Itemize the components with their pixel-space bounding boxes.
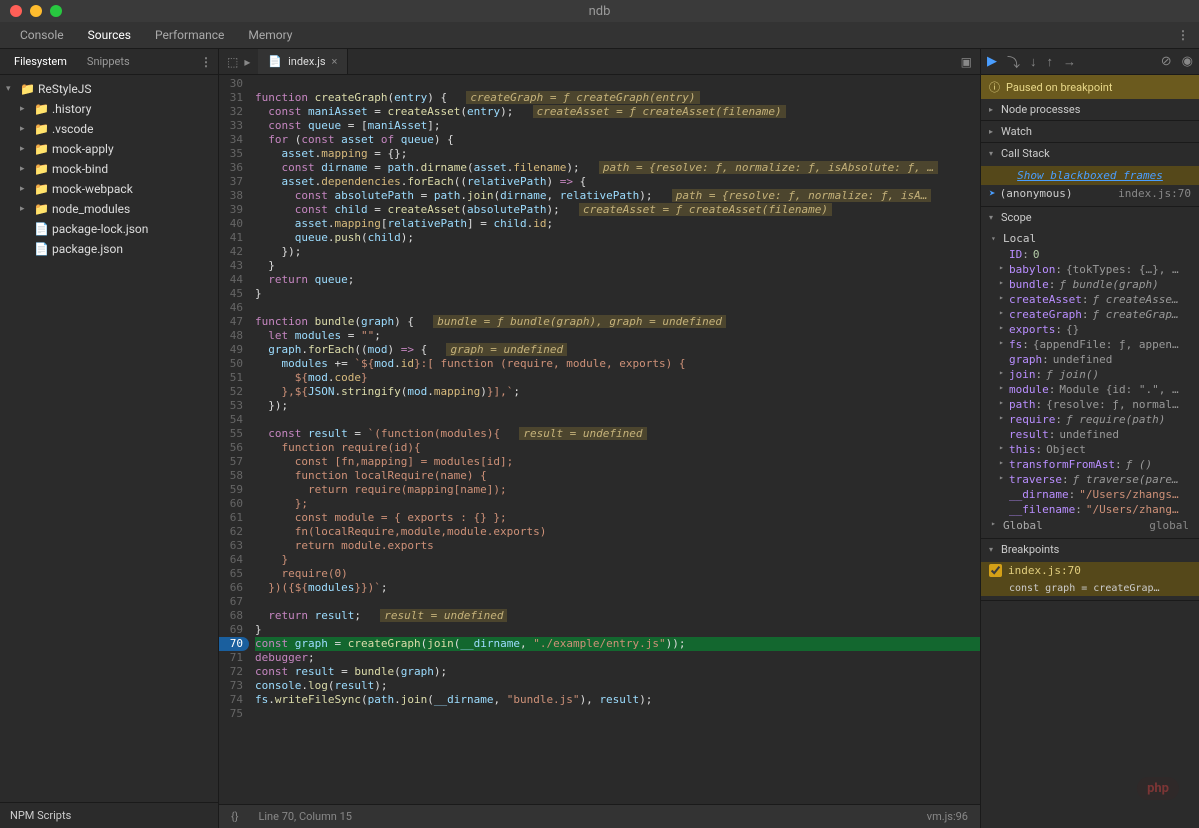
section-call-stack[interactable]: ▾Call Stack — [981, 143, 1199, 164]
status-position: Line 70, Column 15 — [258, 810, 351, 823]
main-tabs: Console Sources Performance Memory ⋮ — [0, 22, 1199, 49]
section-breakpoints[interactable]: ▾Breakpoints — [981, 539, 1199, 560]
scope-local-items: ID: 0▸babylon: {tokTypes: {…}, …▸bundle:… — [981, 247, 1199, 517]
tab-console[interactable]: Console — [8, 24, 76, 46]
step-out-button[interactable]: ↑ — [1047, 54, 1054, 70]
maximize-window-button[interactable] — [50, 5, 62, 17]
debugger-toolbar: ▶ ⤵ ↓ ↑ → ⊘ ◉ — [981, 49, 1199, 75]
scope-variable[interactable]: __dirname: "/Users/zhangs… — [981, 487, 1199, 502]
scope-global[interactable]: ▸ Global global — [981, 517, 1199, 534]
tab-performance[interactable]: Performance — [143, 24, 236, 46]
left-panel: Filesystem Snippets ⋮ ▾📁ReStyleJS▸📁.hist… — [0, 49, 219, 828]
frame-location: index.js:70 — [1118, 187, 1191, 200]
traffic-lights — [10, 5, 62, 17]
breakpoint-checkbox[interactable] — [989, 564, 1002, 577]
section-scope[interactable]: ▾Scope — [981, 207, 1199, 228]
show-blackboxed-link[interactable]: Show blackboxed frames — [1017, 169, 1163, 182]
tree-node[interactable]: ▸📁node_modules — [0, 199, 218, 219]
tree-node[interactable]: ▸📁mock-bind — [0, 159, 218, 179]
pause-exceptions-button[interactable]: ◉ — [1182, 54, 1193, 69]
tree-node[interactable]: ▸📁.vscode — [0, 119, 218, 139]
tree-node[interactable]: ▸📁mock-webpack — [0, 179, 218, 199]
scope-variable[interactable]: ▸babylon: {tokTypes: {…}, … — [981, 262, 1199, 277]
frame-marker-icon: ➤ — [989, 187, 996, 200]
scope-variable[interactable]: ▸createAsset: ƒ createAsse… — [981, 292, 1199, 307]
scope-variable[interactable]: __filename: "/Users/zhang… — [981, 502, 1199, 517]
tree-node[interactable]: ▸📁.history — [0, 99, 218, 119]
scope-local-header[interactable]: ▾Local — [981, 230, 1199, 247]
status-braces[interactable]: {} — [231, 810, 238, 823]
scope-variable[interactable]: ▸module: Module {id: ".", … — [981, 382, 1199, 397]
section-watch[interactable]: ▸Watch — [981, 121, 1199, 142]
file-tree: ▾📁ReStyleJS▸📁.history▸📁.vscode▸📁mock-app… — [0, 75, 218, 802]
debugger-panel: ▶ ⤵ ↓ ↑ → ⊘ ◉ ⓘ Paused on breakpoint ▸No… — [980, 49, 1199, 828]
scope-variable[interactable]: ▸exports: {} — [981, 322, 1199, 337]
tree-node[interactable]: 📄package-lock.json — [0, 219, 218, 239]
tab-snippets[interactable]: Snippets — [77, 51, 140, 72]
scope-variable[interactable]: graph: undefined — [981, 352, 1199, 367]
line-gutter: 3031323334353637383940414243444546474849… — [219, 75, 249, 804]
scope-variable[interactable]: ▸traverse: ƒ traverse(pare… — [981, 472, 1199, 487]
status-bar: {} Line 70, Column 15 vm.js:96 — [219, 804, 980, 828]
blackbox-link-row: Show blackboxed frames — [981, 166, 1199, 185]
file-tab-indexjs[interactable]: 📄 index.js × — [258, 49, 348, 74]
pause-banner: ⓘ Paused on breakpoint — [981, 75, 1199, 99]
scope-variable[interactable]: ▸transformFromAst: ƒ () — [981, 457, 1199, 472]
file-tab-label: index.js — [288, 55, 325, 68]
breakpoint-label: index.js:70 — [1008, 564, 1081, 577]
file-nav: ⬚ ▸ — [219, 55, 258, 69]
scope-variable[interactable]: ID: 0 — [981, 247, 1199, 262]
maximize-editor-icon[interactable]: ▣ — [953, 55, 980, 69]
status-source[interactable]: vm.js:96 — [927, 810, 968, 823]
step-over-button[interactable]: ⤵ — [1007, 52, 1020, 71]
scope-variable[interactable]: ▸path: {resolve: ƒ, normal… — [981, 397, 1199, 412]
info-icon: ⓘ — [989, 79, 1000, 95]
section-node-processes[interactable]: ▸Node processes — [981, 99, 1199, 120]
titlebar: ndb — [0, 0, 1199, 22]
close-tab-icon[interactable]: × — [332, 55, 338, 68]
breakpoint-item[interactable]: index.js:70 const graph = createGrap… — [981, 562, 1199, 596]
window-title: ndb — [589, 4, 611, 19]
nav-toggle-icon[interactable]: ⬚ — [227, 55, 238, 69]
frame-name: (anonymous) — [1000, 187, 1073, 200]
step-button[interactable]: → — [1063, 54, 1076, 70]
code-editor[interactable]: 3031323334353637383940414243444546474849… — [219, 75, 980, 804]
tab-memory[interactable]: Memory — [236, 24, 304, 46]
file-icon: 📄 — [268, 55, 282, 68]
left-subtabs: Filesystem Snippets ⋮ — [0, 49, 218, 75]
scope-variable[interactable]: ▸require: ƒ require(path) — [981, 412, 1199, 427]
tree-node[interactable]: ▸📁mock-apply — [0, 139, 218, 159]
stack-frame[interactable]: ➤ (anonymous) index.js:70 — [981, 185, 1199, 202]
scope-variable[interactable]: ▸join: ƒ join() — [981, 367, 1199, 382]
left-more-icon[interactable]: ⋮ — [200, 55, 214, 69]
step-into-button[interactable]: ↓ — [1030, 54, 1037, 70]
scope-variable[interactable]: ▸this: Object — [981, 442, 1199, 457]
scope-variable[interactable]: ▸fs: {appendFile: ƒ, appen… — [981, 337, 1199, 352]
minimize-window-button[interactable] — [30, 5, 42, 17]
tab-sources[interactable]: Sources — [76, 24, 143, 46]
tree-node[interactable]: ▾📁ReStyleJS — [0, 79, 218, 99]
npm-scripts-section[interactable]: NPM Scripts — [0, 802, 218, 828]
deactivate-breakpoints-button[interactable]: ⊘ — [1161, 54, 1172, 69]
nav-history-icon[interactable]: ▸ — [244, 55, 250, 69]
breakpoint-code: const graph = createGrap… — [989, 583, 1160, 594]
resume-button[interactable]: ▶ — [987, 54, 997, 69]
scope-variable[interactable]: ▸bundle: ƒ bundle(graph) — [981, 277, 1199, 292]
code-area[interactable]: function createGraph(entry) { createGrap… — [249, 75, 980, 804]
pause-banner-text: Paused on breakpoint — [1006, 81, 1112, 94]
scope-variable[interactable]: result: undefined — [981, 427, 1199, 442]
more-tabs-icon[interactable]: ⋮ — [1177, 28, 1191, 42]
close-window-button[interactable] — [10, 5, 22, 17]
tab-filesystem[interactable]: Filesystem — [4, 51, 77, 72]
watermark: php — [1137, 777, 1179, 800]
editor-panel: ⬚ ▸ 📄 index.js × ▣ 303132333435363738394… — [219, 49, 980, 828]
scope-variable[interactable]: ▸createGraph: ƒ createGrap… — [981, 307, 1199, 322]
tree-node[interactable]: 📄package.json — [0, 239, 218, 259]
file-tab-bar: ⬚ ▸ 📄 index.js × ▣ — [219, 49, 980, 75]
